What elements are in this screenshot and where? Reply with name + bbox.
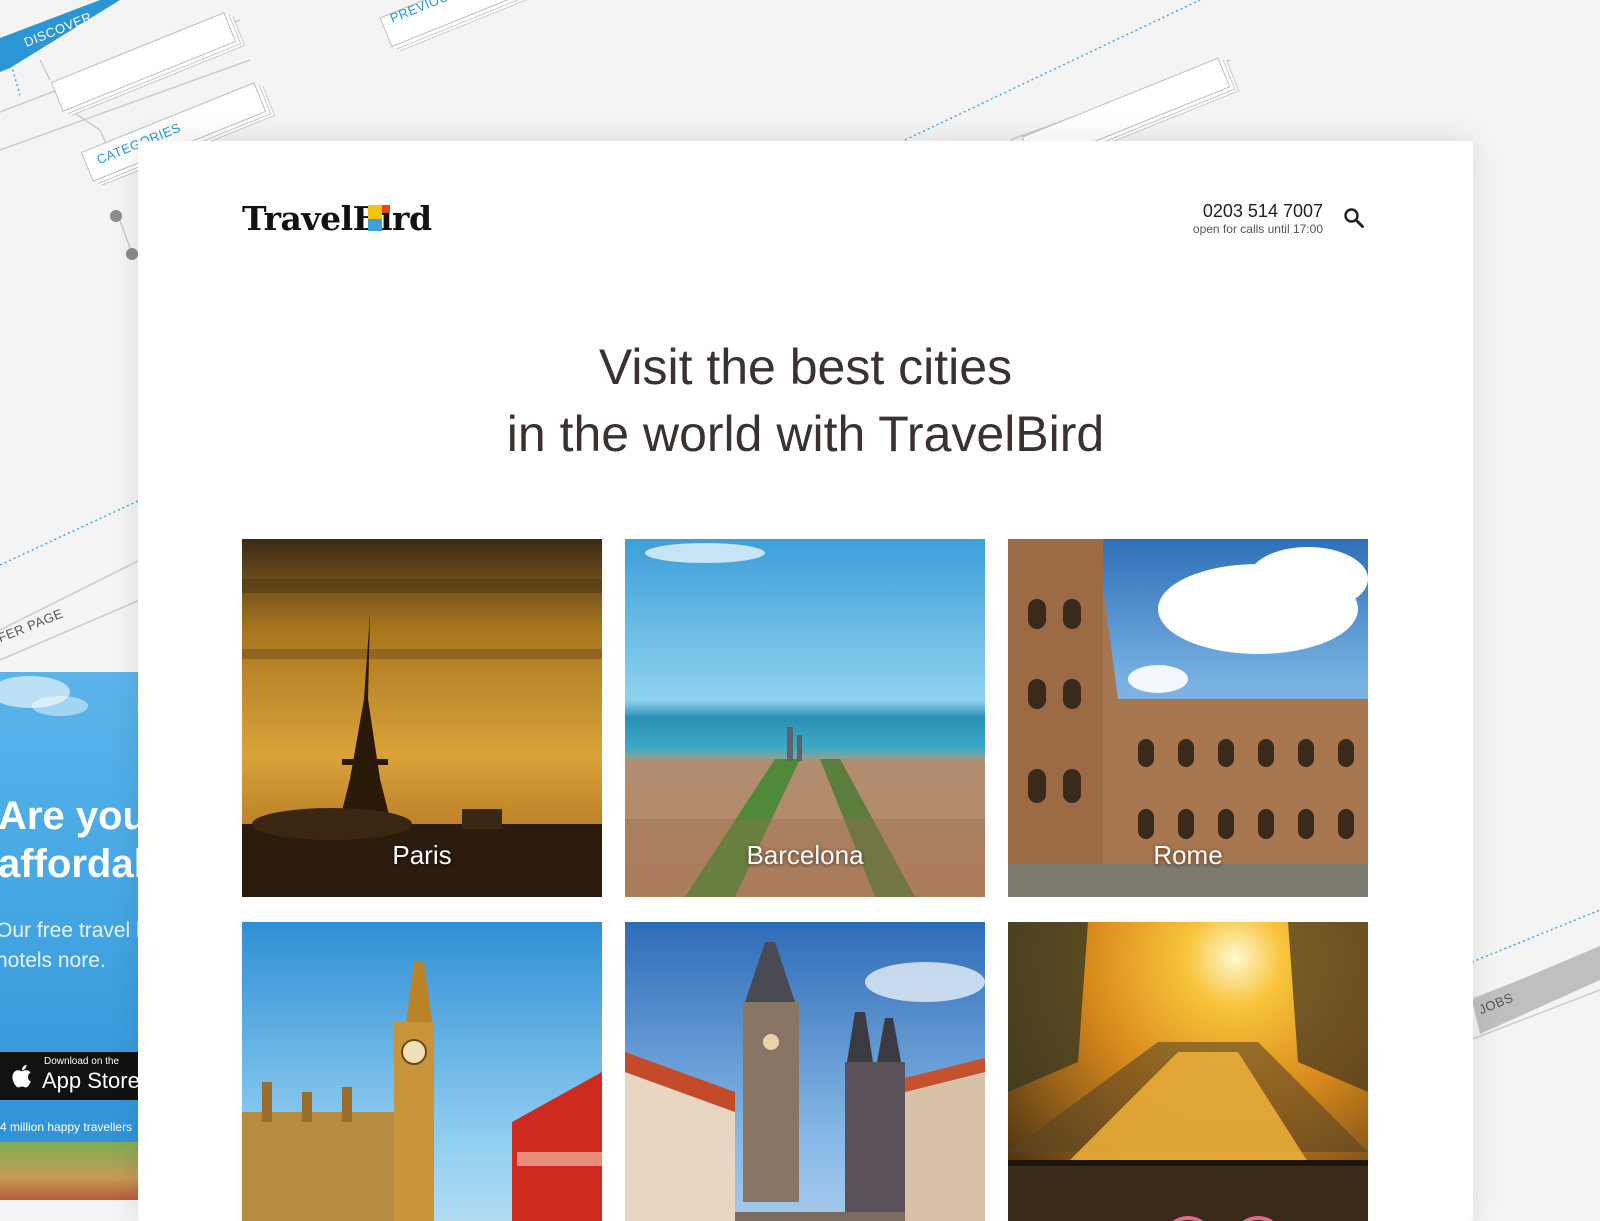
city-card-paris[interactable]: Paris [242, 539, 602, 897]
city-name: Rome [1153, 840, 1223, 870]
logo-text: TravelBird [242, 199, 432, 238]
city-card-prague[interactable] [625, 922, 985, 1221]
london-photo [242, 922, 602, 1221]
amsterdam-photo [1008, 922, 1368, 1221]
city-card-london[interactable] [242, 922, 602, 1221]
promo-subtext: Our free travel he best hotels nore. [0, 919, 140, 972]
promo-headline: Are you affordal [0, 794, 140, 886]
city-card-rome[interactable]: Rome [1008, 539, 1368, 897]
headline-line-1: Visit the best cities [598, 339, 1013, 395]
city-card-amsterdam[interactable] [1008, 922, 1368, 1221]
headline-line-2: in the world with TravelBird [506, 406, 1105, 462]
phone-number[interactable]: 0203 514 7007 [1193, 200, 1323, 222]
prague-photo [625, 922, 985, 1221]
city-card-barcelona[interactable]: Barcelona [625, 539, 985, 897]
app-promo-card: Are you affordal Our free travel he best… [0, 672, 140, 1200]
logo-bird-icon [368, 205, 390, 231]
appstore-big-text: App Store [42, 1068, 140, 1093]
contact-info: 0203 514 7007 open for calls until 17:00 [1193, 200, 1323, 236]
sitemap-node [126, 248, 138, 260]
promo-photo [0, 1142, 140, 1200]
promo-footer: 4 million happy travellers [0, 1120, 133, 1134]
city-name: Barcelona [746, 840, 864, 870]
search-button[interactable] [1343, 207, 1365, 229]
promo-cloud [0, 676, 88, 716]
search-icon [1344, 208, 1364, 228]
city-name: Paris [392, 840, 452, 870]
appstore-small-text: Download on the [44, 1056, 120, 1067]
page-headline: Visit the best cities in the world with … [138, 334, 1473, 468]
apple-icon [12, 1064, 31, 1088]
travelbird-logo[interactable]: TravelBird [242, 199, 432, 239]
call-hours: open for calls until 17:00 [1192, 222, 1323, 236]
sitemap-node [110, 210, 122, 222]
app-store-button[interactable]: Download on the App Store [0, 1052, 140, 1100]
travelbird-page: TravelBird 0203 514 7007 open for calls … [138, 141, 1473, 1221]
